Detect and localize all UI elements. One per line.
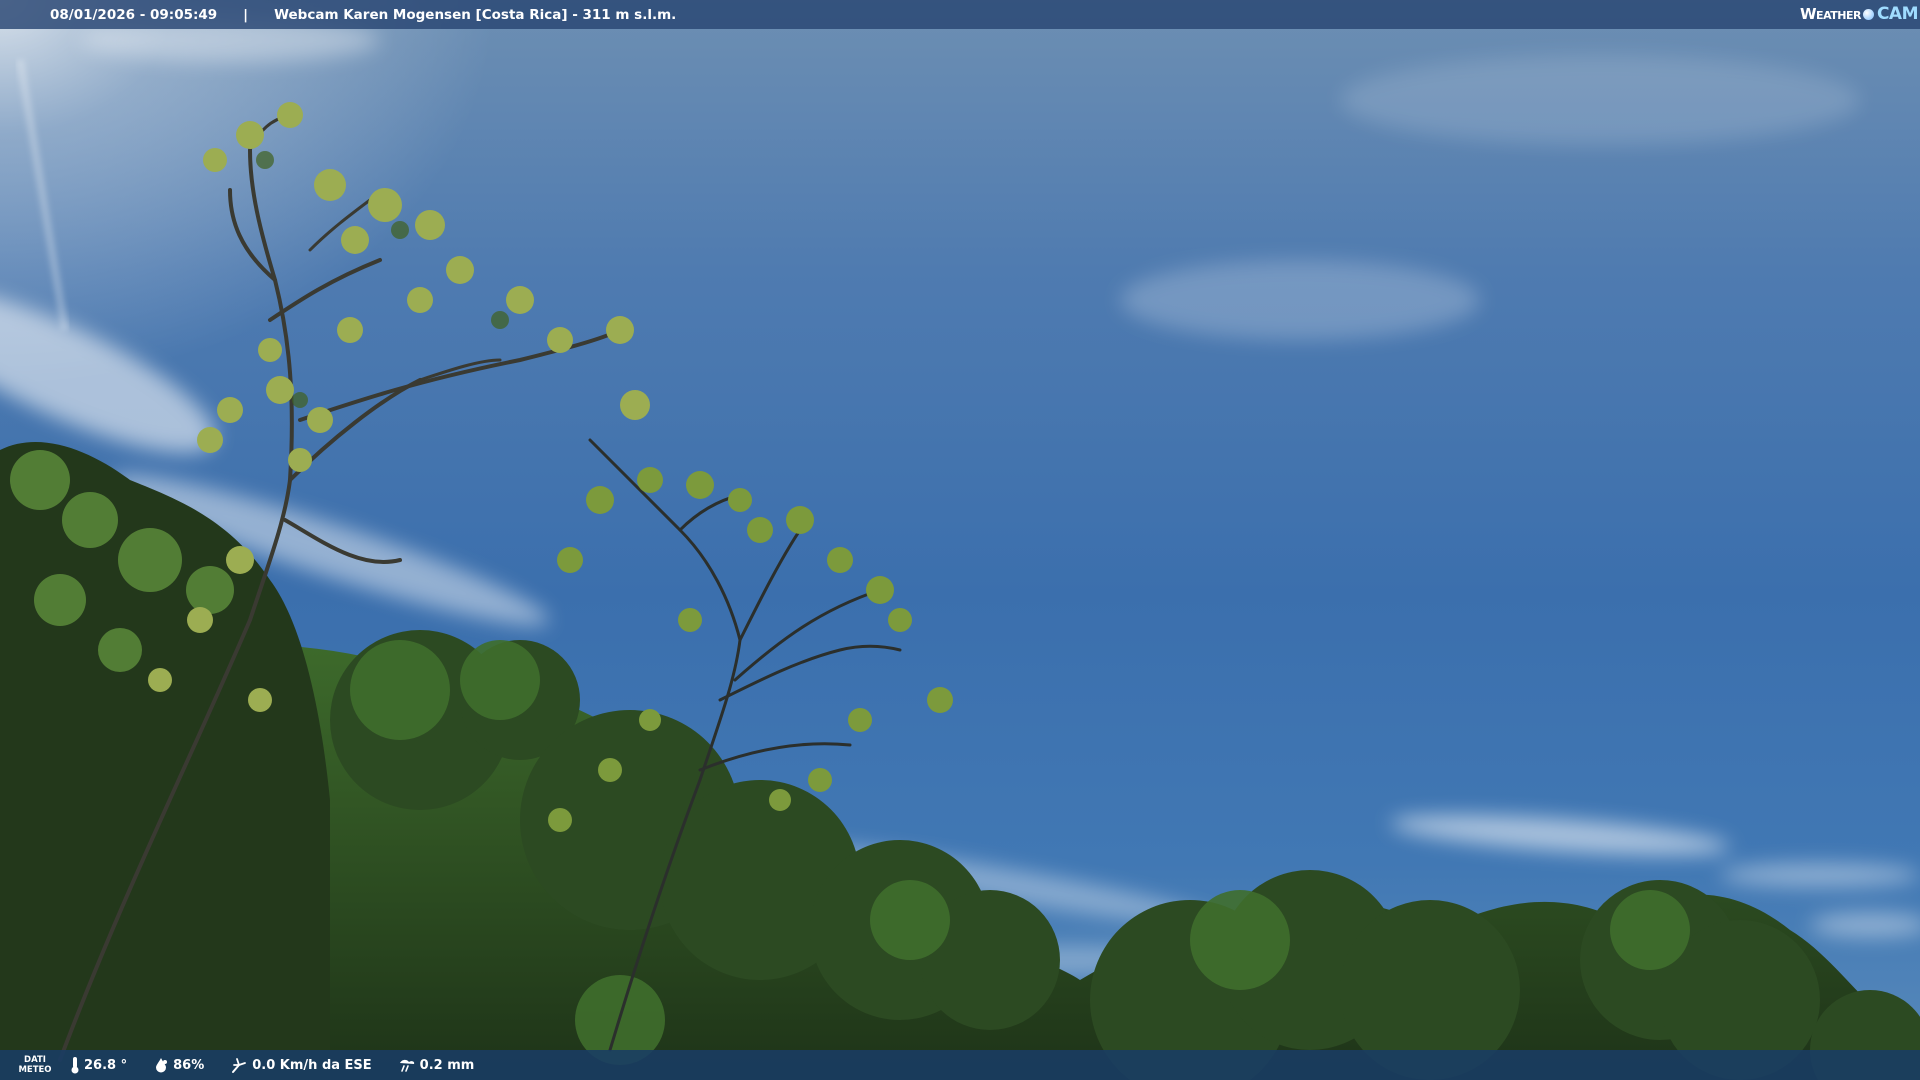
logo-cam-text: CAM bbox=[1876, 4, 1919, 24]
header-bar: 08/01/2026 - 09:05:49 | Webcam Karen Mog… bbox=[0, 0, 1920, 29]
wind-icon bbox=[232, 1058, 247, 1073]
temperature-value: 26.8 ° bbox=[84, 1057, 128, 1073]
wind-value: 0.0 Km/h da ESE bbox=[252, 1057, 372, 1073]
thermometer-icon bbox=[71, 1057, 79, 1074]
weathercam-logo[interactable]: Weather CAM bbox=[1800, 3, 1918, 25]
meteo-label-line2: METEO bbox=[18, 1065, 52, 1075]
humidity-reading: 86% bbox=[153, 1057, 204, 1073]
webcam-location: Webcam Karen Mogensen [Costa Rica] - 311… bbox=[274, 6, 677, 23]
rain-cloud-icon bbox=[399, 1059, 414, 1072]
logo-weather-text: Weather bbox=[1800, 5, 1861, 23]
temperature-reading: 26.8 ° bbox=[70, 1056, 127, 1074]
webcam-view: 08/01/2026 - 09:05:49 | Webcam Karen Mog… bbox=[0, 0, 1920, 1080]
capture-datetime: 08/01/2026 - 09:05:49 bbox=[50, 6, 218, 23]
humidity-value: 86% bbox=[173, 1057, 205, 1073]
droplet-icon bbox=[156, 1058, 168, 1073]
webcam-image bbox=[0, 0, 1920, 1080]
meteo-data-label: DATI METEO bbox=[0, 1055, 70, 1075]
rain-value: 0.2 mm bbox=[419, 1057, 475, 1073]
rain-reading: 0.2 mm bbox=[398, 1057, 475, 1073]
logo-dot-icon bbox=[1862, 8, 1874, 20]
meteo-data-bar: DATI METEO 26.8 ° 86% 0.0 Km/h da ESE 0.… bbox=[0, 1050, 1920, 1080]
meteo-label-line1: DATI bbox=[24, 1055, 46, 1065]
wind-reading: 0.0 Km/h da ESE bbox=[230, 1056, 372, 1074]
header-separator: | bbox=[243, 6, 249, 23]
